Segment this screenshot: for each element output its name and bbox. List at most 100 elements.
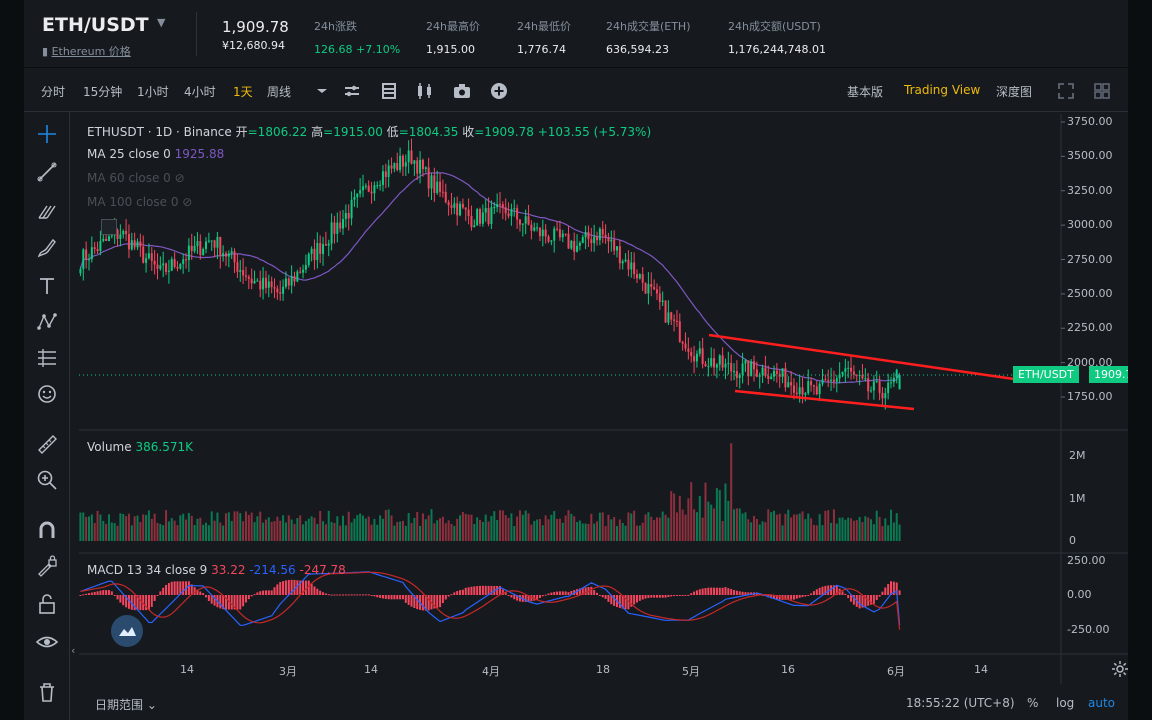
candle-body bbox=[733, 371, 736, 373]
volume-bar bbox=[145, 514, 148, 541]
ruler-icon[interactable] bbox=[35, 432, 59, 456]
candle-body bbox=[664, 300, 667, 323]
date-range-button[interactable]: 日期范围 ⌄ bbox=[95, 696, 157, 713]
view-depth[interactable]: 深度图 bbox=[996, 83, 1032, 100]
crosshair-icon[interactable] bbox=[35, 122, 59, 146]
symbol-title[interactable]: ETH/USDT bbox=[42, 14, 149, 36]
volume-bar bbox=[590, 513, 593, 541]
price-axis-label: 3750.00 bbox=[1067, 115, 1113, 128]
macd-histogram-bar bbox=[721, 587, 724, 595]
macd-histogram-bar bbox=[404, 595, 407, 603]
lock-icon[interactable] bbox=[35, 592, 59, 616]
macd-histogram-bar bbox=[724, 587, 727, 595]
macd-histogram-bar bbox=[393, 595, 396, 600]
candle-body bbox=[227, 253, 230, 257]
volume-bar bbox=[219, 522, 222, 541]
macd-histogram-bar bbox=[801, 595, 804, 598]
candle-body bbox=[498, 204, 501, 206]
clock-time[interactable]: 18:55:22 (UTC+8) bbox=[906, 696, 1015, 710]
add-icon[interactable] bbox=[489, 81, 509, 101]
fib-icon[interactable] bbox=[35, 346, 59, 370]
macd-histogram-bar bbox=[795, 595, 798, 599]
hidden-eye-icon[interactable]: ⊘ bbox=[182, 195, 192, 209]
volume-bar bbox=[239, 513, 242, 541]
macd-histogram-bar bbox=[635, 595, 638, 603]
candle-body bbox=[185, 259, 188, 261]
percent-toggle[interactable]: % bbox=[1027, 696, 1038, 710]
trendline-icon[interactable] bbox=[35, 160, 59, 184]
fullscreen-icon[interactable] bbox=[1056, 81, 1076, 101]
macd-histogram-bar bbox=[459, 590, 462, 595]
hidden-eye-icon[interactable]: ⊘ bbox=[175, 171, 185, 185]
auto-toggle[interactable]: auto bbox=[1088, 696, 1115, 710]
magnet-icon[interactable] bbox=[35, 518, 59, 542]
view-basic[interactable]: 基本版 bbox=[847, 83, 883, 100]
interval-dropdown-icon[interactable] bbox=[312, 81, 332, 101]
macd-histogram-bar bbox=[396, 595, 399, 600]
macd-histogram-bar bbox=[167, 582, 170, 595]
indicators-icon[interactable] bbox=[379, 81, 399, 101]
volume-bar bbox=[824, 510, 827, 541]
candle-body bbox=[287, 278, 290, 286]
pitchfork-icon[interactable] bbox=[35, 198, 59, 222]
legend-collapse-button[interactable] bbox=[101, 219, 117, 235]
layout-grid-icon[interactable] bbox=[1092, 81, 1112, 101]
log-toggle[interactable]: log bbox=[1056, 696, 1074, 710]
macd-histogram-bar bbox=[156, 595, 159, 596]
chart-area[interactable]: ETHUSDT · 1D · Binance 开=1806.22 高=1915.… bbox=[71, 114, 1128, 720]
interval-4h[interactable]: 4小时 bbox=[184, 83, 216, 100]
emoji-icon[interactable] bbox=[35, 382, 59, 406]
macd-histogram-bar bbox=[558, 591, 561, 595]
zoom-in-icon[interactable] bbox=[35, 468, 59, 492]
symbol-subtitle[interactable]: ▮ Ethereum 价格 bbox=[42, 43, 131, 59]
scroll-left-icon[interactable]: ‹ bbox=[71, 644, 75, 657]
macd-histogram-bar bbox=[327, 594, 330, 596]
legend-ma60[interactable]: MA 60 close 0 ⊘ bbox=[87, 171, 185, 185]
candlestick-type-icon[interactable] bbox=[415, 81, 435, 101]
candle-body bbox=[790, 382, 793, 386]
interval-1h[interactable]: 1小时 bbox=[137, 83, 169, 100]
legend-ma100[interactable]: MA 100 close 0 ⊘ bbox=[87, 195, 192, 209]
macd-histogram-bar bbox=[678, 595, 681, 596]
interval-1w[interactable]: 周线 bbox=[267, 83, 291, 100]
volume-bar bbox=[533, 520, 536, 541]
macd-histogram-bar bbox=[667, 595, 670, 597]
macd-histogram-bar bbox=[364, 594, 367, 596]
interval-time[interactable]: 分时 bbox=[41, 83, 65, 100]
volume-bar bbox=[561, 522, 564, 541]
candle-body bbox=[767, 375, 770, 379]
interval-15m[interactable]: 15分钟 bbox=[83, 83, 122, 100]
chart-canvas[interactable] bbox=[79, 114, 1128, 720]
time-axis-label: 14 bbox=[974, 663, 988, 676]
eye-icon[interactable] bbox=[35, 630, 59, 654]
macd-histogram-bar bbox=[282, 581, 285, 595]
volume-bar bbox=[279, 520, 282, 541]
volume-bar bbox=[379, 515, 382, 541]
volume-bar bbox=[302, 524, 305, 541]
candle-body bbox=[815, 386, 818, 395]
volume-bar bbox=[327, 510, 330, 541]
interval-1d[interactable]: 1天 bbox=[233, 83, 253, 100]
brush-icon[interactable] bbox=[35, 236, 59, 260]
volume-bar bbox=[176, 525, 179, 541]
legend-ma25[interactable]: MA 25 close 0 1925.88 bbox=[87, 147, 224, 161]
coin-price-link[interactable]: Ethereum 价格 bbox=[52, 45, 131, 58]
gear-icon[interactable] bbox=[1111, 660, 1128, 678]
volume-bar bbox=[784, 513, 787, 541]
screenshot-icon[interactable] bbox=[452, 81, 472, 101]
macd-histogram-bar bbox=[279, 582, 282, 595]
symbol-dropdown-icon[interactable]: ▼ bbox=[157, 16, 165, 29]
trash-icon[interactable] bbox=[35, 680, 59, 704]
macd-histogram-bar bbox=[99, 590, 102, 595]
macd-histogram-bar bbox=[262, 590, 265, 595]
lock-draw-icon[interactable] bbox=[35, 554, 59, 578]
volume-bar bbox=[270, 521, 273, 541]
stat-label: 24h成交额(USDT) bbox=[728, 20, 821, 33]
pattern-icon[interactable] bbox=[35, 310, 59, 334]
view-tradingview[interactable]: Trading View bbox=[904, 83, 980, 97]
candle-body bbox=[356, 193, 359, 198]
settings-sliders-icon[interactable] bbox=[342, 81, 362, 101]
macd-histogram-bar bbox=[707, 587, 710, 595]
volume-bar bbox=[624, 525, 627, 541]
text-icon[interactable] bbox=[35, 274, 59, 298]
